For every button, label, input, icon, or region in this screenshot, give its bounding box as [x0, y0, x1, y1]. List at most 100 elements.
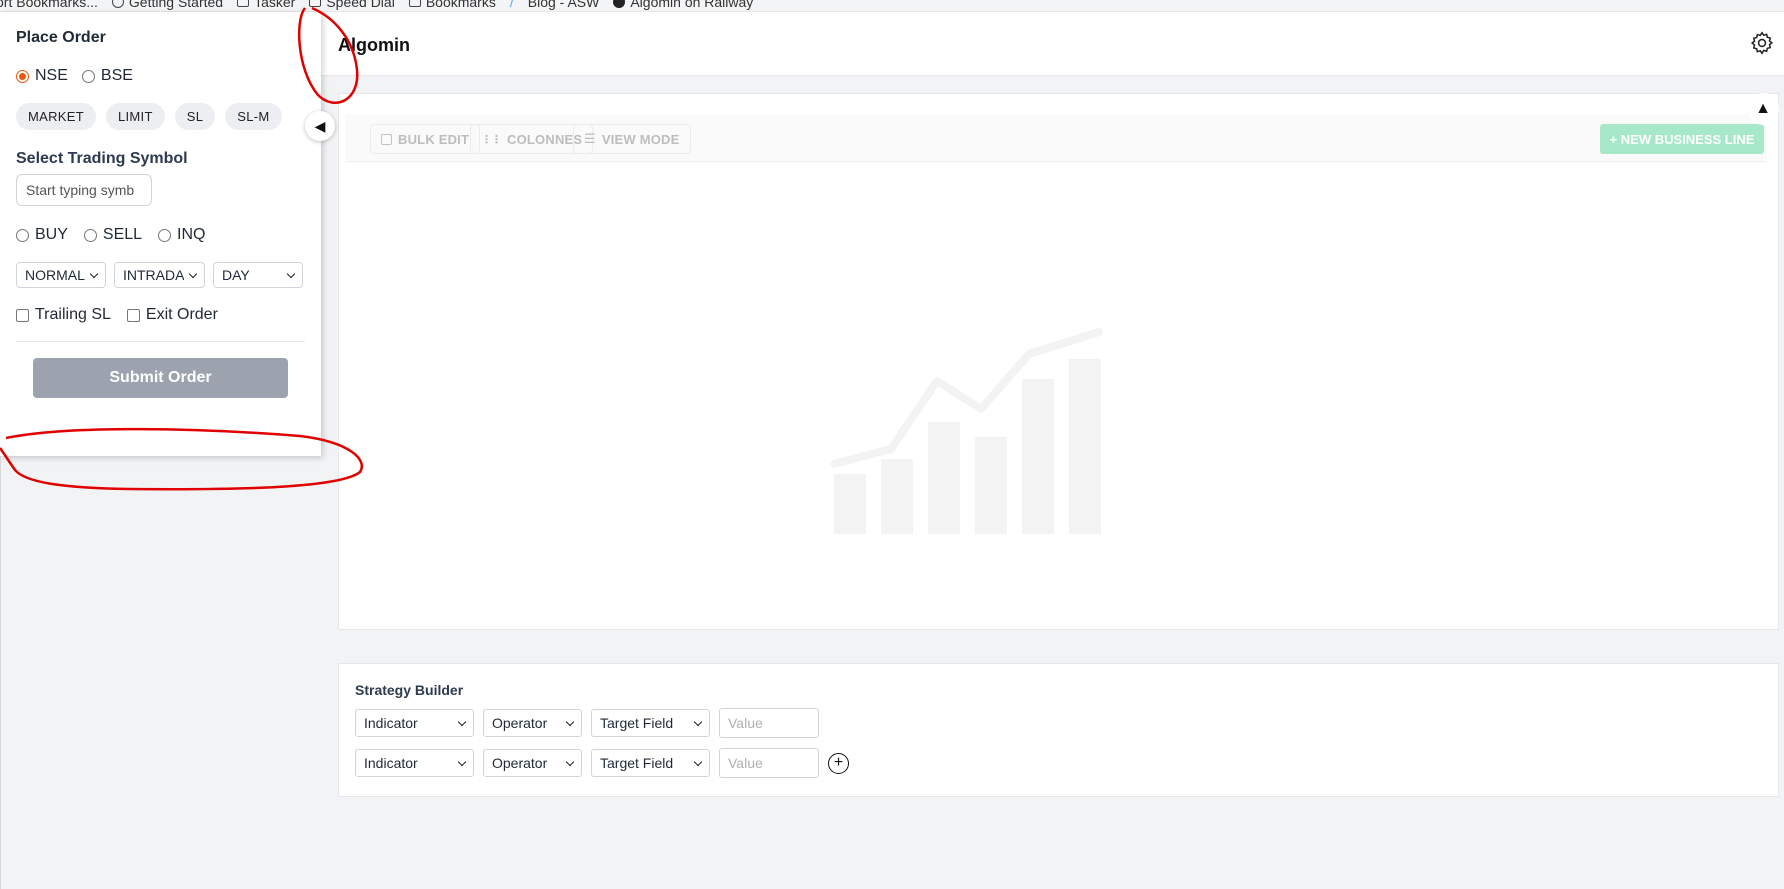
symbol-search-input[interactable]: Start typing symb	[16, 174, 152, 206]
bulk-edit-button[interactable]: BULK EDIT	[370, 124, 481, 154]
buy-radio[interactable]	[16, 228, 29, 242]
bookmark-label: Bookmarks	[425, 0, 496, 10]
bookmark-import[interactable]: ort Bookmarks...	[0, 0, 98, 10]
view-mode-label: VIEW MODE	[601, 131, 680, 147]
triangle-left-icon: ◀	[314, 117, 326, 134]
select-value: NORMAL	[25, 267, 85, 283]
indicator-select[interactable]: Indicator	[355, 749, 474, 777]
chevron-down-icon	[693, 757, 703, 766]
select-value: Target Field	[600, 715, 674, 731]
settings-gear-icon[interactable]	[1749, 30, 1775, 61]
order-options: Trailing SL Exit Order	[16, 306, 305, 324]
order-selects: NORMAL INTRADAY DAY	[16, 262, 305, 288]
order-type-group: MARKET LIMIT SL SL-M	[16, 103, 305, 130]
bookmark-separator: /	[509, 0, 514, 10]
chevron-down-icon	[457, 717, 467, 726]
list-icon: ☰	[584, 131, 596, 146]
exit-order-checkbox[interactable]	[126, 308, 140, 322]
order-type-sl-m[interactable]: SL-M	[225, 103, 282, 130]
bookmark-label: Speed Dial	[326, 0, 395, 10]
new-business-line-button[interactable]: + NEW BUSINESS LINE	[1600, 124, 1764, 154]
submit-order-button[interactable]: Submit Order	[33, 358, 288, 398]
empty-chart-icon	[829, 324, 1109, 539]
chevron-down-icon	[286, 269, 296, 278]
chevron-down-icon	[693, 717, 703, 726]
add-condition-plus-icon[interactable]: +	[828, 752, 849, 774]
bse-radio[interactable]	[81, 69, 95, 83]
nse-label: NSE	[35, 67, 68, 84]
chevron-down-icon	[188, 269, 198, 278]
bookmark-label: Getting Started	[128, 0, 224, 10]
page-edge	[0, 456, 1, 889]
strategy-row: Indicator Operator Target Field Value	[355, 708, 1762, 738]
operator-select[interactable]: Operator	[483, 749, 582, 777]
value-input[interactable]: Value	[719, 748, 819, 778]
trailing-sl-checkbox[interactable]	[16, 308, 29, 322]
bookmark-label: Algomin on Railway	[630, 0, 754, 10]
product-select[interactable]: NORMAL	[16, 262, 106, 288]
checkbox-icon	[381, 133, 392, 145]
folder-icon	[408, 0, 421, 7]
nse-radio[interactable]	[16, 69, 29, 83]
trailing-sl-label: Trailing SL	[35, 306, 111, 323]
bookmark-speed-dial[interactable]: Speed Dial	[309, 0, 395, 10]
columns-icon: ⋮⋮	[481, 133, 502, 146]
select-value: INTRADAY	[123, 267, 184, 283]
indicator-select[interactable]: Indicator	[355, 709, 474, 737]
target-field-select[interactable]: Target Field	[591, 749, 710, 777]
railway-icon	[613, 0, 626, 8]
strategy-row: Indicator Operator Target Field Value +	[355, 748, 1762, 778]
globe-icon	[111, 0, 124, 8]
inq-radio[interactable]	[158, 228, 172, 242]
chevron-down-icon	[565, 757, 575, 766]
bookmark-getting-started[interactable]: Getting Started	[111, 0, 224, 10]
order-mode-select[interactable]: INTRADAY	[114, 262, 205, 288]
folder-icon	[309, 0, 322, 7]
collapse-panel-button[interactable]: ◀	[305, 111, 335, 141]
select-value: Indicator	[364, 755, 418, 771]
order-type-limit[interactable]: LIMIT	[105, 103, 165, 130]
app-root: ort Bookmarks... Getting Started Tasker …	[0, 0, 1784, 889]
panel-title: Place Order	[16, 29, 106, 46]
bookmark-blog[interactable]: Blog - ASW	[528, 0, 600, 10]
bookmark-label: Blog - ASW	[527, 0, 600, 10]
business-lines-card: BULK EDIT ⋮⋮ COLONNES ☰ VIEW MODE + NEW …	[338, 93, 1779, 630]
select-value: Indicator	[364, 715, 418, 731]
buy-label: BUY	[35, 226, 68, 243]
bookmark-tasker[interactable]: Tasker	[237, 0, 295, 10]
target-field-select[interactable]: Target Field	[591, 709, 710, 737]
bookmark-label: Tasker	[254, 0, 296, 10]
strategy-builder-title: Strategy Builder	[355, 682, 464, 698]
triangle-up-icon: ▲	[1755, 100, 1771, 117]
order-type-market[interactable]: MARKET	[16, 103, 96, 130]
folder-icon	[237, 0, 250, 7]
bookmark-bookmarks[interactable]: Bookmarks	[408, 0, 496, 10]
columns-label: COLONNES	[507, 131, 583, 147]
exchange-radio-group: NSE BSE	[16, 67, 305, 85]
select-value: Operator	[492, 755, 548, 771]
inq-label: INQ	[177, 226, 206, 243]
view-mode-button[interactable]: ☰ VIEW MODE	[573, 124, 691, 154]
chevron-down-icon	[89, 269, 99, 278]
bse-label: BSE	[100, 67, 133, 84]
bookmark-algomin-railway[interactable]: Algomin on Railway	[613, 0, 753, 10]
exit-order-label: Exit Order	[145, 306, 218, 323]
place-order-panel: Place Order NSE BSE MARKET LIMIT SL SL-M…	[0, 12, 321, 456]
select-value: Target Field	[600, 755, 674, 771]
value-input[interactable]: Value	[719, 708, 819, 738]
select-value: DAY	[222, 267, 250, 283]
side-radio-group: BUY SELL INQ	[16, 226, 305, 244]
symbol-label: Select Trading Symbol	[16, 150, 188, 167]
validity-select[interactable]: DAY	[213, 262, 303, 288]
chevron-down-icon	[565, 717, 575, 726]
sell-radio[interactable]	[83, 228, 97, 242]
sell-label: SELL	[102, 226, 143, 243]
bulk-edit-label: BULK EDIT	[398, 131, 470, 147]
operator-select[interactable]: Operator	[483, 709, 582, 737]
order-type-sl[interactable]: SL	[174, 103, 216, 130]
strategy-builder: Strategy Builder Indicator Operator Targ…	[338, 663, 1779, 797]
scroll-up-button[interactable]: ▲	[1747, 93, 1779, 125]
bookmark-label: ort Bookmarks...	[0, 0, 98, 10]
bookmarks-bar: ort Bookmarks... Getting Started Tasker …	[0, 0, 1784, 12]
select-value: Operator	[492, 715, 548, 731]
